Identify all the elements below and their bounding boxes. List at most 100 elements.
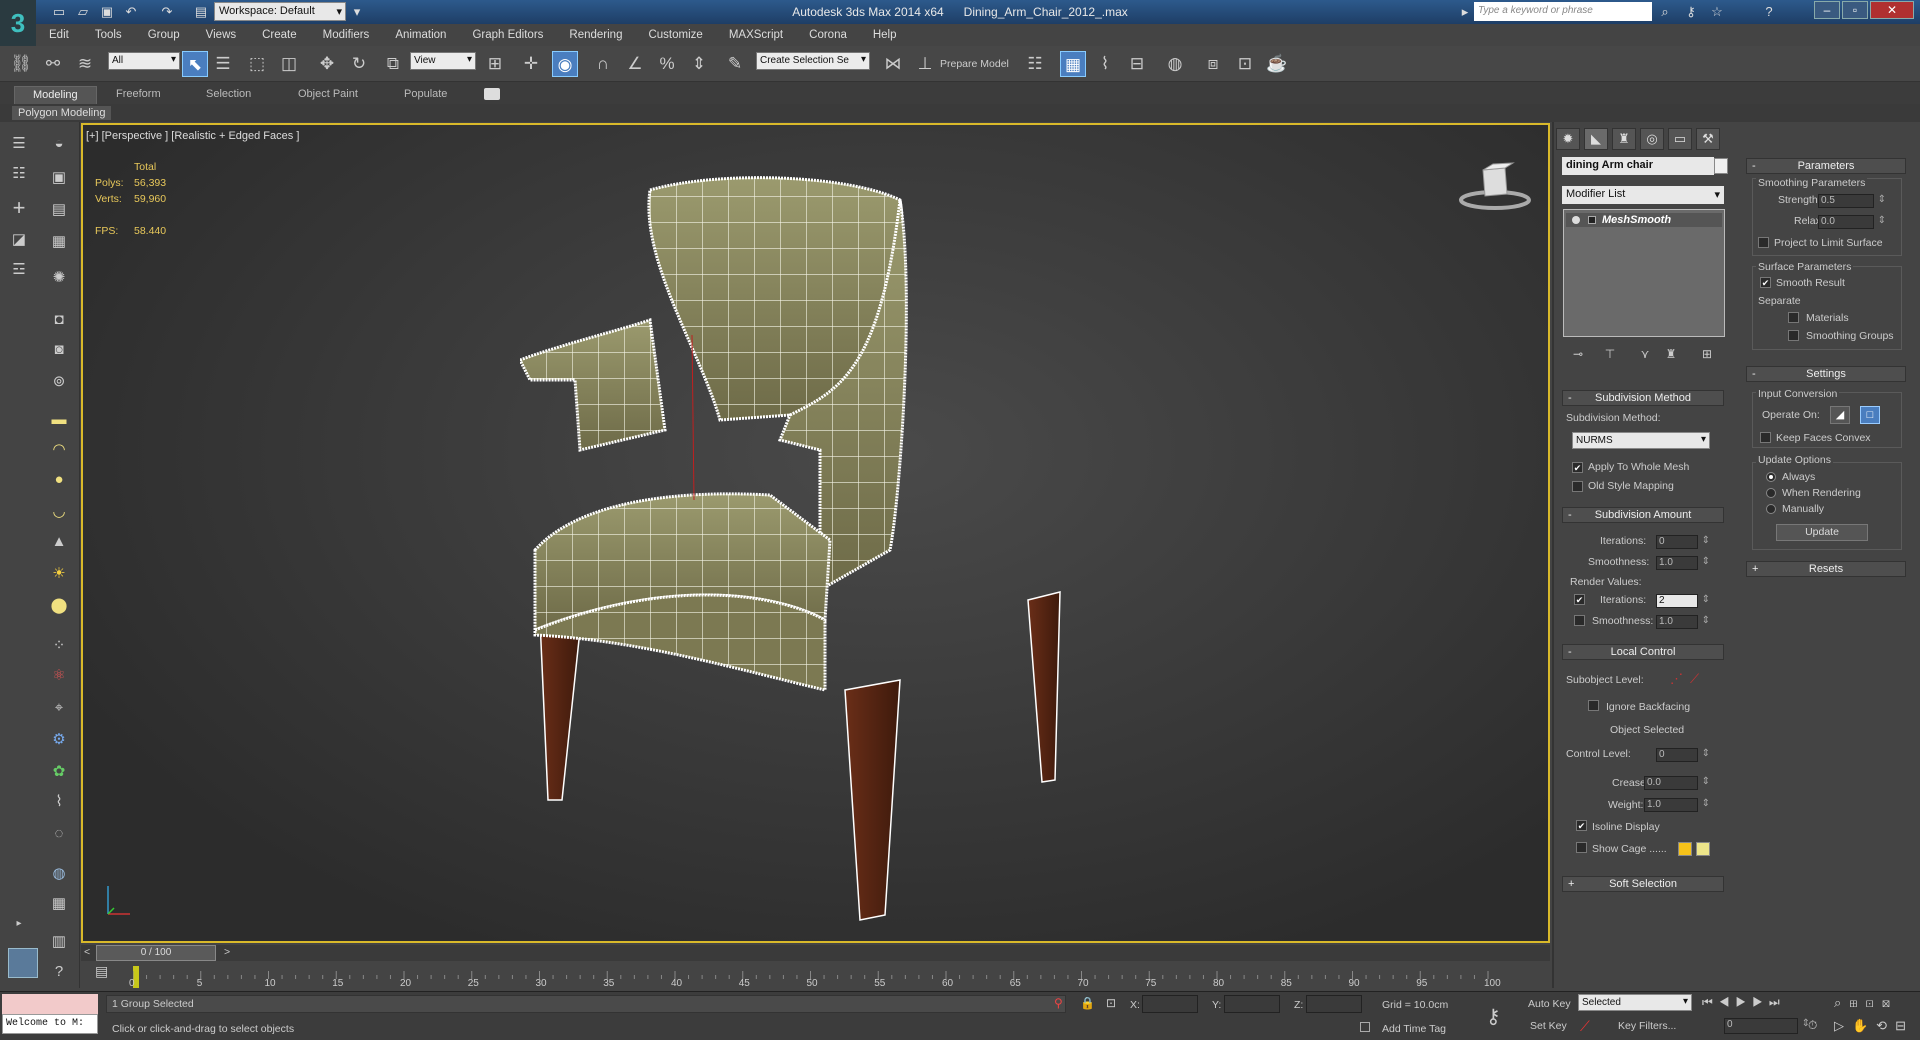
menu-animation[interactable]: Animation xyxy=(382,29,459,41)
menu-customize[interactable]: Customize xyxy=(635,29,715,41)
operate-on-polygon-icon[interactable]: □ xyxy=(1860,406,1880,424)
render-smoothness-checkbox[interactable] xyxy=(1574,615,1585,626)
bowl-icon[interactable]: ◡ xyxy=(46,500,72,524)
mirror-icon[interactable]: ⋈ xyxy=(880,51,906,77)
configure-sets-icon[interactable]: ⊞ xyxy=(1694,342,1720,366)
next-frame-arrow-icon[interactable]: > xyxy=(224,946,230,958)
select-object-icon[interactable]: ⬉ xyxy=(182,51,208,77)
object-color-swatch[interactable] xyxy=(1714,158,1728,174)
minimize-button[interactable]: – xyxy=(1814,1,1840,19)
layer-manager-icon[interactable]: ☷ xyxy=(1022,51,1048,77)
isoline-display-checkbox[interactable]: ✔ xyxy=(1576,820,1587,831)
z-coordinate-field[interactable] xyxy=(1306,995,1362,1013)
polygon-modeling-label[interactable]: Polygon Modeling xyxy=(12,106,112,120)
app-logo-button[interactable]: 3 xyxy=(0,0,36,46)
cone-icon[interactable]: ▲ xyxy=(46,530,72,554)
sphere-icon[interactable]: ⬤ xyxy=(46,594,72,618)
link-icon[interactable]: ⛓ xyxy=(8,51,34,77)
project-folder-icon[interactable]: ▤ xyxy=(192,3,210,21)
isolate-selection-icon[interactable]: ⚲ xyxy=(1054,996,1063,1010)
move-icon[interactable]: ✥ xyxy=(314,51,340,77)
viewport-label[interactable]: [+] [Perspective ] [Realistic + Edged Fa… xyxy=(86,130,299,142)
light-bulb-icon[interactable]: ✺ xyxy=(46,266,72,290)
make-unique-icon[interactable]: ⋎ xyxy=(1632,342,1658,366)
time-slider[interactable]: 0 / 100 xyxy=(96,945,216,961)
align-icon[interactable]: ⊥ xyxy=(912,51,938,77)
sphere-light-icon[interactable]: ● xyxy=(46,468,72,492)
rendered-frame-window-icon[interactable]: ⊡ xyxy=(1232,51,1258,77)
subdivision-amount-rollout[interactable]: Subdivision Amount xyxy=(1562,507,1724,523)
undo-icon[interactable]: ↶ xyxy=(122,3,140,21)
graphite-toggle-icon[interactable]: ▦ xyxy=(1060,51,1086,77)
viewcube-icon[interactable] xyxy=(1455,158,1535,218)
image-plane-icon[interactable]: ▣ xyxy=(46,166,72,190)
camera-target-icon[interactable]: ◙ xyxy=(46,338,72,362)
teapot-icon[interactable]: ◒ xyxy=(46,132,72,156)
menu-help[interactable]: Help xyxy=(860,29,910,41)
soft-selection-rollout[interactable]: Soft Selection xyxy=(1562,876,1724,892)
object-name-field[interactable]: dining Arm chair xyxy=(1562,157,1714,175)
render-production-icon[interactable]: ☕ xyxy=(1264,51,1290,77)
bind-space-warp-icon[interactable]: ≋ xyxy=(72,51,98,77)
script-icon[interactable]: ▥ xyxy=(46,930,72,954)
schematic-view-icon[interactable]: ⊟ xyxy=(1124,51,1150,77)
dome-icon[interactable]: ◠ xyxy=(46,438,72,462)
plane-icon[interactable]: ▬ xyxy=(46,408,72,432)
menu-rendering[interactable]: Rendering xyxy=(556,29,635,41)
vertex-level-icon[interactable]: ⋰ xyxy=(1670,671,1683,687)
layer-props-icon[interactable]: ☲ xyxy=(6,258,32,282)
default-tangent-icon[interactable]: ⟋ xyxy=(1580,1018,1590,1035)
sun-icon[interactable]: ☀ xyxy=(46,562,72,586)
named-selection-sets-dropdown[interactable]: Create Selection Se xyxy=(756,52,870,70)
keyboard-shortcut-override-icon[interactable]: ◉ xyxy=(552,51,578,77)
ribbon-options-icon[interactable] xyxy=(484,88,500,100)
selection-lock-icon[interactable]: 🔒 xyxy=(1080,996,1095,1010)
add-time-tag-button[interactable]: Add Time Tag xyxy=(1382,1023,1446,1035)
viewport-navigation-icons-2[interactable]: ▷✋⟲⊟ xyxy=(1834,1018,1920,1034)
show-end-result-icon[interactable]: ⊤ xyxy=(1597,342,1623,366)
layers-icon[interactable]: ☰ xyxy=(6,132,32,156)
smoothness-spinner[interactable]: 1.0 xyxy=(1656,556,1710,570)
menu-modifiers[interactable]: Modifiers xyxy=(310,29,383,41)
globe-icon[interactable]: ◍ xyxy=(46,862,72,886)
modifier-list-dropdown[interactable]: Modifier List xyxy=(1562,186,1724,204)
molecule-icon[interactable]: ⚛ xyxy=(46,664,72,688)
absolute-mode-icon[interactable]: ⊡ xyxy=(1106,996,1116,1010)
spot-camera-icon[interactable]: ⊚ xyxy=(46,370,72,394)
edit-named-selection-icon[interactable]: ✎ xyxy=(722,51,748,77)
y-coordinate-field[interactable] xyxy=(1224,995,1280,1013)
edge-level-icon[interactable]: ⟋ xyxy=(1690,671,1699,687)
crease-spinner[interactable]: 0.0 xyxy=(1644,776,1710,790)
select-layer-icon[interactable]: ◪ xyxy=(6,228,32,252)
smooth-result-checkbox[interactable]: ✔ xyxy=(1760,277,1771,288)
material-editor-icon[interactable]: ◍ xyxy=(1162,51,1188,77)
menu-graph-editors[interactable]: Graph Editors xyxy=(459,29,556,41)
strength-spinner[interactable]: 0.5 xyxy=(1818,194,1886,208)
snaps-toggle-icon[interactable]: ∩ xyxy=(590,51,616,77)
always-radio[interactable] xyxy=(1766,472,1776,482)
render-setup-icon[interactable]: ⧈ xyxy=(1200,51,1226,77)
percent-snap-icon[interactable]: % xyxy=(654,51,680,77)
close-button[interactable]: ✕ xyxy=(1870,1,1914,19)
spinner-snap-icon[interactable]: ⇕ xyxy=(686,51,712,77)
viewport-navigation-icons[interactable]: ⌕⊞⊡⊠ xyxy=(1834,995,1920,1011)
cage-color-swatch-2[interactable] xyxy=(1696,842,1710,856)
update-button[interactable]: Update xyxy=(1776,524,1868,541)
menu-maxscript[interactable]: MAXScript xyxy=(716,29,796,41)
rectangular-selection-icon[interactable]: ⬚ xyxy=(244,51,270,77)
motion-tab-icon[interactable]: ◎ xyxy=(1640,128,1664,150)
pin-stack-icon[interactable]: ⊸ xyxy=(1565,342,1591,366)
set-key-key-icon[interactable]: ⚷ xyxy=(1486,1004,1501,1029)
open-file-icon[interactable]: ▱ xyxy=(74,3,92,21)
layers-add-icon[interactable]: ☷ xyxy=(6,162,32,186)
modify-tab-icon[interactable]: ◣ xyxy=(1584,128,1608,150)
welcome-text[interactable]: Welcome to M: xyxy=(2,1014,98,1034)
redo-icon[interactable]: ↷ xyxy=(158,3,176,21)
local-control-rollout[interactable]: Local Control xyxy=(1562,644,1724,660)
modifier-stack[interactable] xyxy=(1563,209,1725,337)
key-mode-dropdown[interactable]: Selected xyxy=(1578,994,1692,1011)
control-level-spinner[interactable]: 0 xyxy=(1656,748,1710,762)
time-config-icon[interactable]: ⏱ xyxy=(1808,1018,1817,1033)
plant-icon[interactable]: ✿ xyxy=(46,760,72,784)
manually-radio[interactable] xyxy=(1766,504,1776,514)
